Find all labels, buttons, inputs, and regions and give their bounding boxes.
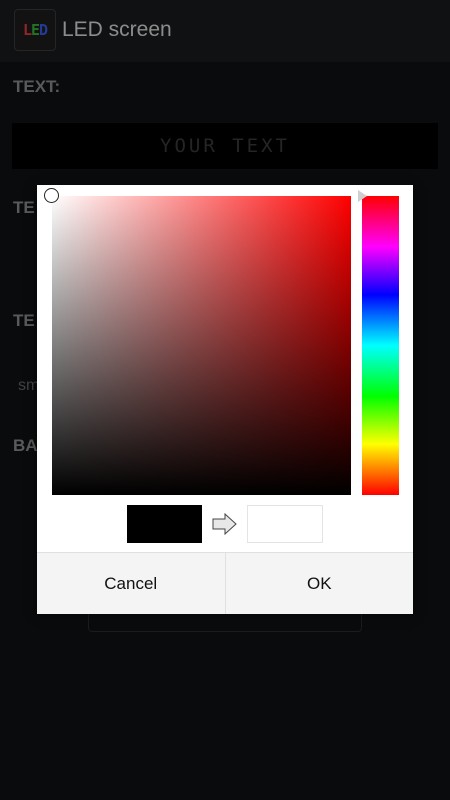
cancel-button[interactable]: Cancel bbox=[37, 553, 226, 614]
sv-cursor-handle[interactable] bbox=[44, 188, 59, 203]
arrow-right-icon bbox=[212, 513, 237, 535]
hue-slider[interactable] bbox=[358, 190, 399, 495]
new-color-swatch bbox=[247, 505, 323, 543]
hue-pointer-icon[interactable] bbox=[358, 190, 367, 202]
old-color-swatch bbox=[127, 505, 202, 543]
color-picker-dialog: Cancel OK bbox=[37, 185, 413, 614]
saturation-value-field[interactable] bbox=[44, 188, 351, 495]
ok-button[interactable]: OK bbox=[225, 553, 413, 614]
dialog-button-row: Cancel OK bbox=[37, 552, 413, 614]
